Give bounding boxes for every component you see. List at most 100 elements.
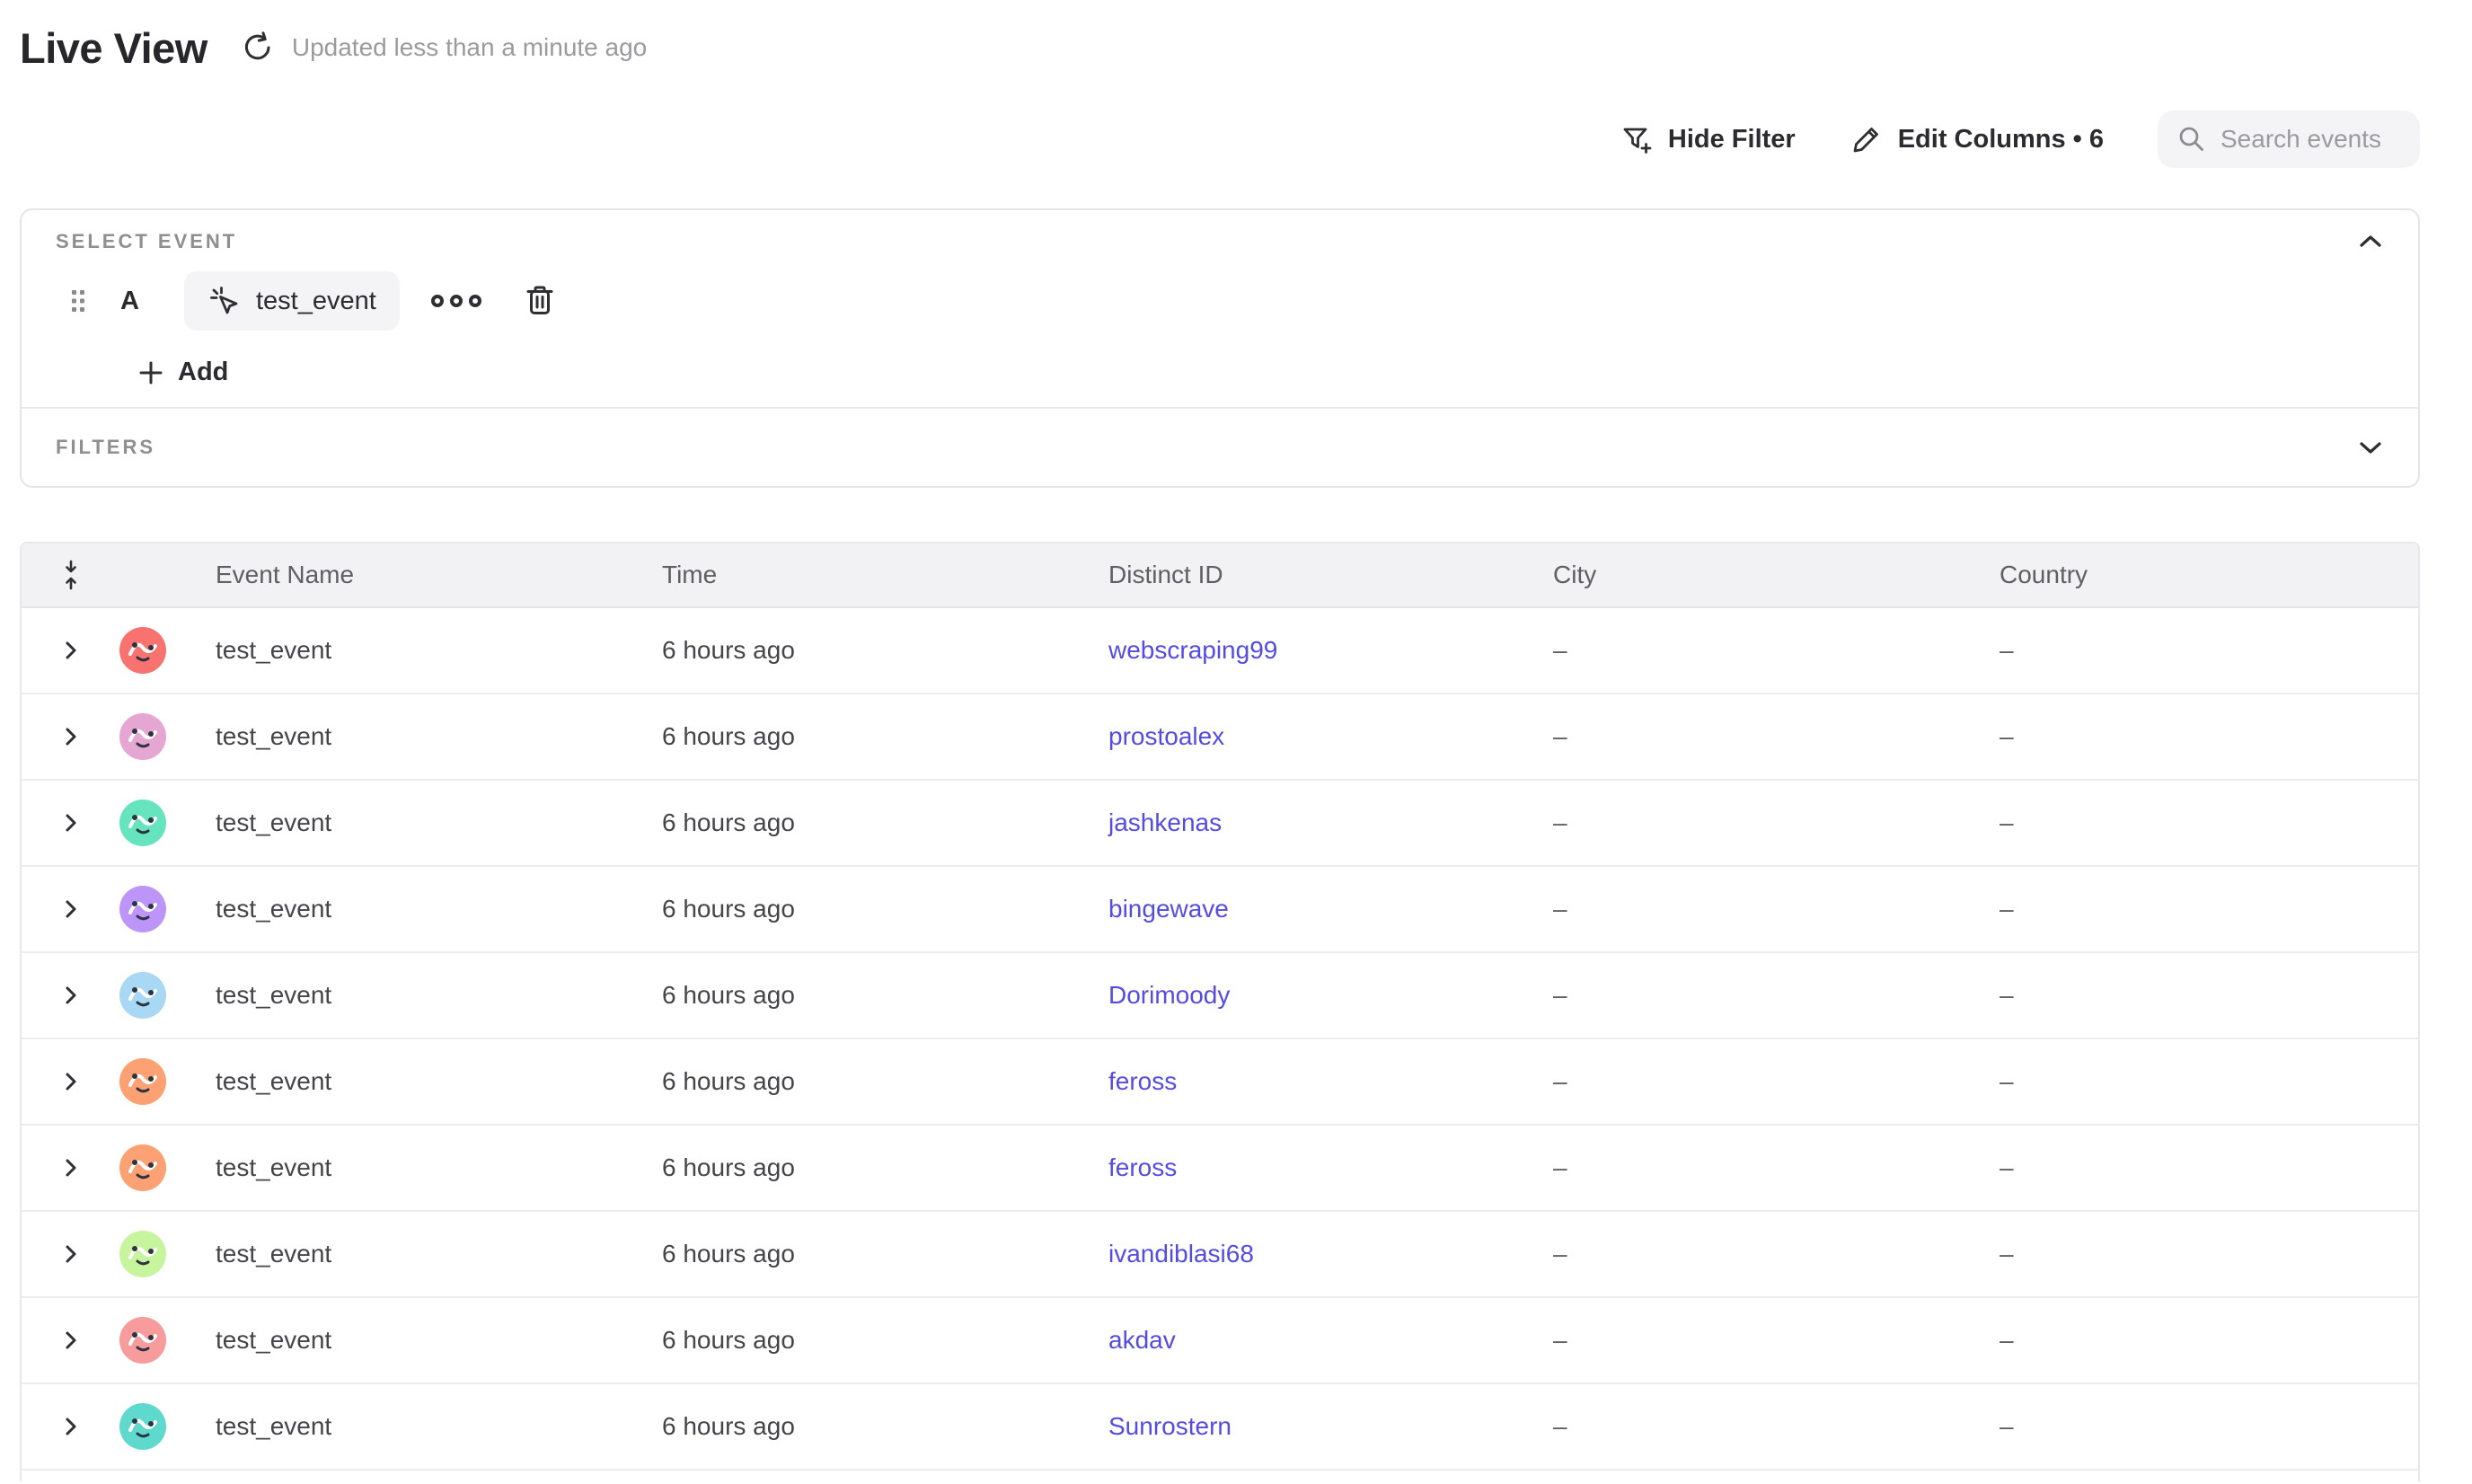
table-row-partial (22, 1471, 2418, 1481)
cell-city: – (1553, 722, 2000, 751)
select-event-label: SELECT EVENT (56, 230, 237, 253)
expand-row-button[interactable] (60, 810, 82, 835)
updated-status-text: Updated less than a minute ago (292, 33, 647, 62)
event-clause-row: A test_event (22, 271, 2418, 331)
table-row[interactable]: test_event 6 hours ago webscraping99 – – (22, 608, 2418, 694)
table-row[interactable]: test_event 6 hours ago prostoalex – – (22, 694, 2418, 781)
search-events-input[interactable] (2220, 125, 2400, 154)
distinct-id-link[interactable]: Dorimoody (1108, 981, 1230, 1009)
distinct-id-link[interactable]: jashkenas (1108, 808, 1222, 836)
chevron-right-icon (60, 983, 82, 1008)
user-avatar (119, 1144, 166, 1191)
filters-header: FILTERS (22, 409, 2418, 486)
clause-row-label: A (120, 287, 139, 316)
column-header-city: City (1553, 561, 2000, 589)
cursor-click-icon (207, 284, 242, 318)
distinct-id-link[interactable]: webscraping99 (1108, 636, 1277, 664)
three-circles-icon (428, 292, 484, 310)
chevron-right-icon (60, 638, 82, 663)
table-row[interactable]: test_event 6 hours ago Sunrostern – – (22, 1384, 2418, 1471)
distinct-id-link[interactable]: bingewave (1108, 895, 1229, 923)
page-title: Live View (20, 23, 207, 73)
table-header-row: Event Name Time Distinct ID City Country (22, 543, 2418, 608)
cell-country: – (2000, 1412, 2418, 1441)
cell-event-name: test_event (216, 1240, 662, 1268)
refresh-button[interactable] (238, 28, 278, 67)
cell-time: 6 hours ago (662, 981, 1108, 1010)
table-row[interactable]: test_event 6 hours ago Dorimoody – – (22, 953, 2418, 1039)
table-row[interactable]: test_event 6 hours ago jashkenas – – (22, 781, 2418, 867)
collapse-select-event-button[interactable] (2357, 233, 2384, 251)
expand-row-button[interactable] (60, 897, 82, 922)
edit-columns-button[interactable]: Edit Columns • 6 (1850, 122, 2104, 156)
column-header-time: Time (662, 561, 1108, 589)
funnel-plus-icon (1620, 122, 1654, 156)
cell-city: – (1553, 1412, 2000, 1441)
cell-country: – (2000, 981, 2418, 1010)
column-header-country: Country (2000, 561, 2418, 589)
distinct-id-link[interactable]: ivandiblasi68 (1108, 1240, 1254, 1268)
user-avatar (119, 713, 166, 760)
expand-row-button[interactable] (60, 983, 82, 1008)
expand-row-button[interactable] (60, 638, 82, 663)
table-row[interactable]: test_event 6 hours ago ivandiblasi68 – – (22, 1212, 2418, 1298)
event-selector-chip[interactable]: test_event (184, 271, 400, 331)
edit-columns-label: Edit Columns • 6 (1898, 125, 2104, 155)
live-view-page: Live View Updated less than a minute ago… (0, 22, 2420, 1481)
cell-city: – (1553, 1240, 2000, 1268)
user-avatar (119, 886, 166, 932)
add-event-button[interactable]: Add (137, 358, 228, 387)
expand-row-button[interactable] (60, 1241, 82, 1267)
user-avatar (119, 1058, 166, 1105)
cell-country: – (2000, 722, 2418, 751)
cell-event-name: test_event (216, 722, 662, 751)
expand-filters-button[interactable] (2357, 438, 2384, 456)
clause-more-options-button[interactable] (428, 292, 484, 310)
cell-time: 6 hours ago (662, 1240, 1108, 1268)
table-row[interactable]: test_event 6 hours ago feross – – (22, 1126, 2418, 1212)
drag-handle[interactable] (70, 287, 86, 315)
cell-city: – (1553, 1326, 2000, 1355)
expand-row-button[interactable] (60, 1155, 82, 1180)
cell-event-name: test_event (216, 808, 662, 837)
expand-row-button[interactable] (60, 1069, 82, 1094)
chevron-right-icon (60, 1069, 82, 1094)
chevron-up-icon (2357, 233, 2384, 251)
search-events-box (2158, 110, 2420, 168)
distinct-id-link[interactable]: feross (1108, 1067, 1177, 1095)
cell-time: 6 hours ago (662, 1153, 1108, 1182)
chevron-right-icon (60, 1155, 82, 1180)
distinct-id-link[interactable]: feross (1108, 1153, 1177, 1181)
table-row[interactable]: test_event 6 hours ago bingewave – – (22, 867, 2418, 953)
events-table: Event Name Time Distinct ID City Country (20, 542, 2420, 1481)
hide-filter-label: Hide Filter (1668, 125, 1796, 155)
expand-row-button[interactable] (60, 724, 82, 749)
user-avatar (119, 1403, 166, 1450)
chevron-right-icon (60, 1328, 82, 1353)
distinct-id-link[interactable]: Sunrostern (1108, 1412, 1232, 1440)
expand-row-button[interactable] (60, 1414, 82, 1439)
filters-label: FILTERS (56, 436, 155, 459)
distinct-id-link[interactable]: prostoalex (1108, 722, 1224, 750)
user-avatar (119, 1317, 166, 1364)
toolbar: Hide Filter Edit Columns • 6 (20, 110, 2420, 169)
table-row[interactable]: test_event 6 hours ago feross – – (22, 1039, 2418, 1126)
expand-row-button[interactable] (60, 1328, 82, 1353)
cell-city: – (1553, 636, 2000, 665)
hide-filter-button[interactable]: Hide Filter (1620, 122, 1796, 156)
cell-event-name: test_event (216, 1326, 662, 1355)
distinct-id-link[interactable]: akdav (1108, 1326, 1176, 1354)
user-avatar (119, 627, 166, 674)
table-row[interactable]: test_event 6 hours ago akdav – – (22, 1298, 2418, 1384)
cell-city: – (1553, 1067, 2000, 1096)
plus-icon (137, 358, 165, 387)
chevron-right-icon (60, 724, 82, 749)
selected-event-name: test_event (256, 287, 376, 316)
cell-event-name: test_event (216, 1067, 662, 1096)
delete-clause-button[interactable] (522, 282, 558, 320)
cell-country: – (2000, 895, 2418, 923)
arrows-inward-icon (59, 559, 83, 591)
collapse-all-rows-button[interactable] (59, 559, 83, 591)
cell-time: 6 hours ago (662, 895, 1108, 923)
title-bar: Live View Updated less than a minute ago (20, 22, 2420, 74)
